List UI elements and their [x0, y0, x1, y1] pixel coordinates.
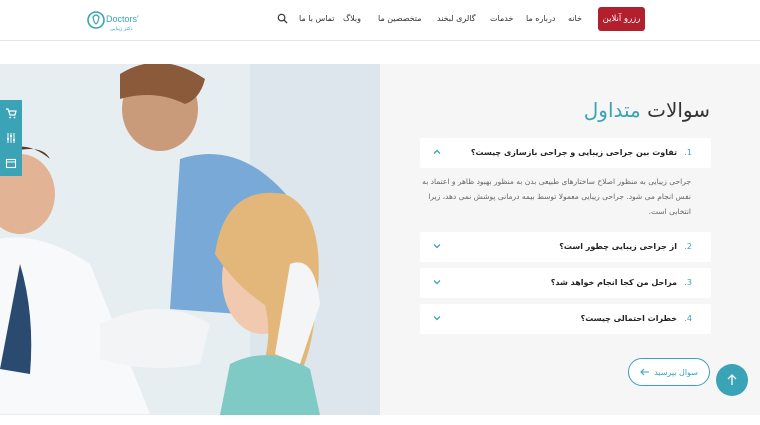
nav-smile-gallery[interactable]: گالری لبخند — [437, 14, 476, 23]
faq-answer-1: جراحی زیبایی به منظور اصلاح ساختارهای طب… — [422, 177, 691, 216]
faq-number: .4 — [684, 314, 692, 323]
search-icon[interactable] — [277, 13, 288, 24]
scroll-to-top-button[interactable] — [716, 364, 748, 396]
faq-number: .3 — [684, 278, 692, 287]
svg-text:دکتر زیبایی: دکتر زیبایی — [110, 26, 133, 32]
faq-question: مراحل من کجا انجام خواهد شد؟ — [550, 278, 677, 287]
faq-question: از جراحی زیبایی چطور است؟ — [559, 242, 677, 251]
chevron-up-icon — [433, 149, 441, 154]
faq-item-3[interactable]: .3 مراحل من کجا انجام خواهد شد؟ — [420, 268, 711, 298]
faq-title: سوالات متداول — [584, 98, 710, 122]
nav-services[interactable]: خدمات — [490, 14, 513, 23]
chevron-down-icon — [433, 316, 441, 321]
ask-question-button[interactable]: سوال بپرسید — [628, 358, 710, 386]
arrow-left-icon — [640, 368, 650, 376]
nav-contact[interactable]: تماس با ما — [299, 14, 335, 23]
faq-item-2[interactable]: .2 از جراحی زیبایی چطور است؟ — [420, 232, 711, 262]
faq-number: .1 — [684, 148, 692, 157]
site-header: Doctors' دکتر زیبایی رزرو آنلاین خانه در… — [0, 0, 760, 41]
site-logo[interactable]: Doctors' دکتر زیبایی — [86, 8, 148, 34]
online-reservation-button[interactable]: رزرو آنلاین — [598, 7, 645, 31]
nav-home[interactable]: خانه — [568, 14, 582, 23]
ask-question-label: سوال بپرسید — [654, 367, 698, 377]
nav-blog[interactable]: وبلاگ — [343, 14, 361, 23]
arrow-up-icon — [727, 374, 737, 385]
faq-question: تفاوت بین جراحی زیبایی و جراحی بازسازی چ… — [470, 148, 677, 157]
sliders-icon[interactable] — [0, 125, 22, 150]
faq-title-main: سوالات — [647, 98, 710, 122]
faq-title-accent: متداول — [583, 98, 641, 122]
side-toolbar — [0, 100, 22, 176]
faq-question: خطرات احتمالی چیست؟ — [580, 314, 677, 323]
faq-item-4[interactable]: .4 خطرات احتمالی چیست؟ — [420, 304, 711, 334]
faq-item-1[interactable]: .1 تفاوت بین جراحی زیبایی و جراحی بازساز… — [420, 138, 711, 168]
faq-number: .2 — [684, 242, 692, 251]
hero-photo-doctor-patient — [0, 64, 380, 415]
nav-about[interactable]: درباره ما — [526, 14, 555, 23]
nav-specialists[interactable]: متخصصین ما — [378, 14, 422, 23]
chevron-down-icon — [433, 244, 441, 249]
calendar-icon[interactable] — [0, 150, 22, 175]
svg-text:Doctors': Doctors' — [106, 14, 139, 24]
cart-icon[interactable] — [0, 100, 22, 125]
chevron-down-icon — [433, 280, 441, 285]
